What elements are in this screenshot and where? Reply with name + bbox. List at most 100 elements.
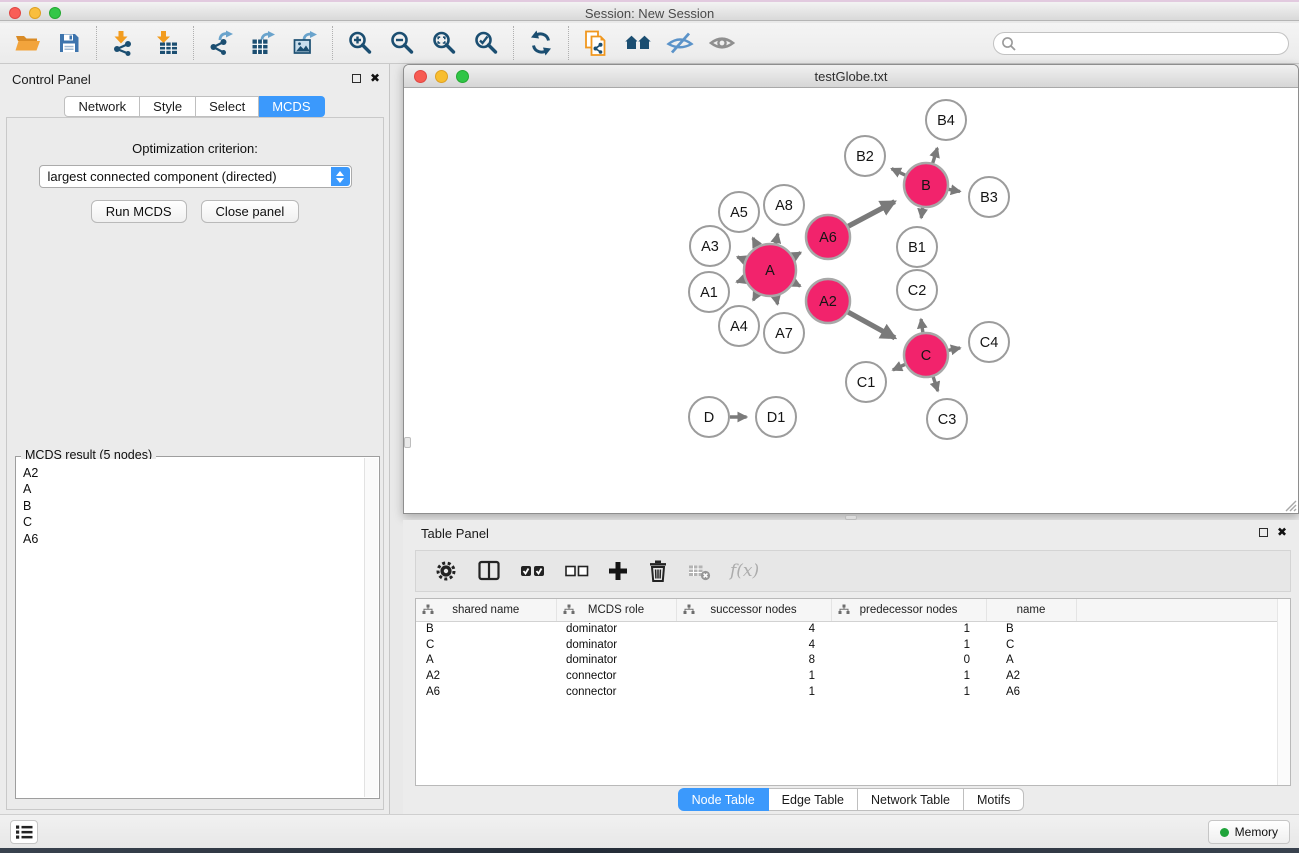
graph-node-B[interactable] <box>904 163 948 207</box>
tab-edge-table[interactable]: Edge Table <box>769 788 858 811</box>
tab-network-table[interactable]: Network Table <box>858 788 964 811</box>
column-header[interactable]: successor nodes <box>676 599 831 621</box>
tab-mcds[interactable]: MCDS <box>259 96 324 117</box>
graph-node-A1[interactable] <box>689 272 729 312</box>
save-session-button[interactable] <box>48 25 90 61</box>
graph-edge-C-C2[interactable] <box>921 319 923 332</box>
network-canvas[interactable]: AA6A2BCA5A8A3A1A4A7B2B4B3B1C2C4C1C3DD1 <box>404 88 1298 513</box>
graph-edge-A-A8[interactable] <box>776 234 778 244</box>
graph-node-A[interactable] <box>744 244 796 296</box>
close-panel-icon[interactable]: ✖ <box>370 72 380 84</box>
zoom-out-button[interactable] <box>381 25 423 61</box>
close-table-panel-icon[interactable]: ✖ <box>1277 526 1287 538</box>
tab-node-table[interactable]: Node Table <box>678 788 769 811</box>
table-row[interactable]: Cdominator41C <box>416 637 1290 653</box>
memory-button[interactable]: Memory <box>1208 820 1290 844</box>
float-table-panel-icon[interactable] <box>1259 528 1268 537</box>
task-history-button[interactable] <box>10 820 38 844</box>
graph-edge-B-B2[interactable] <box>892 169 906 175</box>
search-input[interactable] <box>1021 35 1288 53</box>
hide-selected-button[interactable] <box>659 25 701 61</box>
table-row[interactable]: Bdominator41B <box>416 621 1290 637</box>
graph-node-A4[interactable] <box>719 306 759 346</box>
graph-node-C4[interactable] <box>969 322 1009 362</box>
first-neighbors-button[interactable] <box>617 25 659 61</box>
graph-edge-A-A4[interactable] <box>753 294 757 301</box>
mcds-result-item[interactable]: A <box>23 481 363 497</box>
delete-row-button[interactable] <box>646 559 670 583</box>
result-scrollbar[interactable] <box>364 458 378 797</box>
graph-node-C[interactable] <box>904 333 948 377</box>
graph-node-C2[interactable] <box>897 270 937 310</box>
graph-edge-C-C3[interactable] <box>933 377 938 391</box>
float-panel-icon[interactable] <box>352 74 361 83</box>
table-row[interactable]: A6connector11A6 <box>416 684 1290 700</box>
tab-network[interactable]: Network <box>64 96 140 117</box>
function-builder-button[interactable]: f(x) <box>730 561 759 581</box>
graph-edge-A-A5[interactable] <box>753 238 757 246</box>
graph-edge-A-A1[interactable] <box>737 279 745 282</box>
show-hidden-button[interactable] <box>701 25 743 61</box>
graph-edge-A-A2[interactable] <box>794 283 800 286</box>
canvas-left-grip[interactable] <box>404 437 411 448</box>
graph-node-C1[interactable] <box>846 362 886 402</box>
graph-edge-A2-C[interactable] <box>848 312 895 338</box>
mcds-result-item[interactable]: A6 <box>23 531 363 547</box>
graph-edge-A-A3[interactable] <box>737 257 745 260</box>
network-minimize-button[interactable] <box>435 70 448 83</box>
attribute-settings-button[interactable] <box>433 558 459 584</box>
run-mcds-button[interactable]: Run MCDS <box>91 200 187 223</box>
network-zoom-button[interactable] <box>456 70 469 83</box>
mcds-result-list[interactable]: A2ABCA6 <box>17 459 363 797</box>
export-image-button[interactable] <box>284 25 326 61</box>
window-resize-grip[interactable] <box>1282 497 1297 512</box>
add-row-button[interactable] <box>607 560 629 582</box>
graph-edge-B-B1[interactable] <box>921 208 922 218</box>
network-close-button[interactable] <box>414 70 427 83</box>
export-network-button[interactable] <box>200 25 242 61</box>
select-all-button[interactable] <box>519 562 547 580</box>
mcds-result-item[interactable]: B <box>23 498 363 514</box>
search-field[interactable] <box>993 32 1289 55</box>
new-network-from-selection-button[interactable] <box>575 25 617 61</box>
network-window-titlebar[interactable]: testGlobe.txt <box>404 65 1298 88</box>
column-header[interactable]: predecessor nodes <box>831 599 986 621</box>
zoom-selected-button[interactable] <box>465 25 507 61</box>
import-table-button[interactable] <box>145 25 187 61</box>
graph-node-A2[interactable] <box>806 279 850 323</box>
mcds-result-item[interactable]: A2 <box>23 465 363 481</box>
zoom-fit-button[interactable] <box>423 25 465 61</box>
close-panel-button[interactable]: Close panel <box>201 200 300 223</box>
delete-table-button[interactable] <box>687 558 713 584</box>
column-header[interactable]: name <box>986 599 1076 621</box>
show-columns-button[interactable] <box>476 558 502 584</box>
import-network-button[interactable] <box>103 25 145 61</box>
graph-node-C3[interactable] <box>927 399 967 439</box>
graph-node-A7[interactable] <box>764 313 804 353</box>
zoom-in-button[interactable] <box>339 25 381 61</box>
graph-edge-A-A6[interactable] <box>793 253 800 257</box>
graph-node-A5[interactable] <box>719 192 759 232</box>
table-scrollbar[interactable] <box>1277 599 1290 785</box>
graph-node-D[interactable] <box>689 397 729 437</box>
tab-style[interactable]: Style <box>140 96 196 117</box>
export-table-button[interactable] <box>242 25 284 61</box>
open-session-button[interactable] <box>6 25 48 61</box>
graph-edge-B-B3[interactable] <box>949 189 960 191</box>
graph-edge-B-B4[interactable] <box>933 148 938 163</box>
graph-node-B4[interactable] <box>926 100 966 140</box>
graph-node-B3[interactable] <box>969 177 1009 217</box>
graph-node-B2[interactable] <box>845 136 885 176</box>
graph-edge-C-C1[interactable] <box>893 364 905 369</box>
graph-node-A6[interactable] <box>806 215 850 259</box>
graph-edge-C-C4[interactable] <box>949 348 961 350</box>
graph-node-A8[interactable] <box>764 185 804 225</box>
graph-edge-A-A7[interactable] <box>776 296 778 304</box>
unselect-all-button[interactable] <box>564 563 590 579</box>
criterion-dropdown[interactable]: largest connected component (directed) <box>39 165 352 188</box>
column-header[interactable]: MCDS role <box>556 599 676 621</box>
mcds-result-item[interactable]: C <box>23 514 363 530</box>
graph-node-D1[interactable] <box>756 397 796 437</box>
graph-node-B1[interactable] <box>897 227 937 267</box>
refresh-view-button[interactable] <box>520 25 562 61</box>
